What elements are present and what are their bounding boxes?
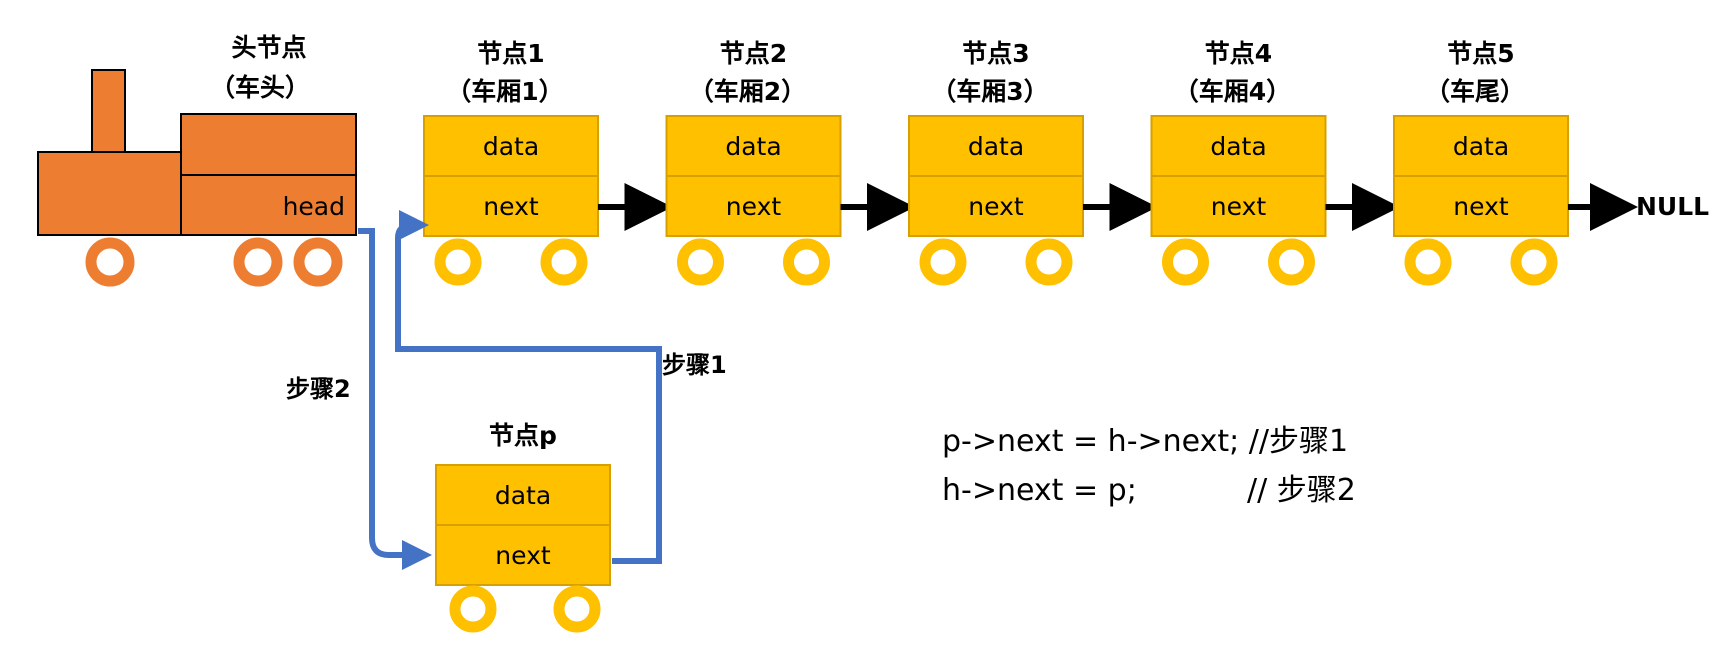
- node-title: 节点3: [962, 39, 1029, 68]
- wheel: [293, 237, 343, 287]
- node-data-label: data: [483, 132, 539, 161]
- step2-arrow: [358, 228, 432, 570]
- wheel: [233, 237, 283, 287]
- wheel: [1510, 238, 1558, 286]
- node-title: 节点1: [477, 39, 544, 68]
- node-subtitle: （车厢4）: [1174, 77, 1291, 106]
- step1-label: 步骤1: [662, 351, 727, 379]
- node-data-label: data: [1210, 132, 1266, 161]
- node-subtitle: （车厢3）: [931, 77, 1048, 106]
- step2-label: 步骤2: [286, 375, 351, 403]
- node-title: 节点4: [1205, 39, 1272, 68]
- node-subtitle: （车厢2）: [689, 77, 806, 106]
- node-next-label: next: [483, 192, 539, 221]
- new-node-data-label: data: [495, 481, 551, 510]
- new-node-title: 节点p: [489, 421, 557, 450]
- new-node-p: 节点p data next: [435, 421, 611, 633]
- node-title: 节点5: [1447, 39, 1514, 68]
- head-wheels: [85, 237, 343, 287]
- code-block: p->next = h->next; //步骤1 h->next = p; //…: [942, 424, 1356, 508]
- wheel: [677, 238, 724, 286]
- locomotive-cab-top: [180, 113, 357, 176]
- wheel: [1025, 238, 1073, 286]
- wheel: [1404, 238, 1452, 286]
- new-node-next-label: next: [495, 541, 551, 570]
- node-data-label: data: [1453, 132, 1509, 161]
- list-node-3: 节点3 （车厢3） data next: [908, 39, 1158, 286]
- node-subtitle: （车尾）: [1425, 77, 1525, 106]
- list-node-5: 节点5 （车尾） data next: [1393, 39, 1638, 286]
- head-field-label: head: [283, 192, 345, 221]
- list-node-1: 节点1 （车厢1） data next: [423, 39, 673, 286]
- list-node-2: 节点2 （车厢2） data next: [665, 39, 915, 286]
- code-line-2-comment: // 步骤2: [1247, 473, 1356, 508]
- code-line-1: p->next = h->next; //步骤1: [942, 424, 1348, 459]
- wheel: [919, 238, 967, 286]
- node-data-label: data: [968, 132, 1024, 161]
- wheel: [1268, 238, 1315, 286]
- node-next-label: next: [1211, 192, 1267, 221]
- list-node-4: 节点4 （车厢4） data next: [1150, 39, 1400, 286]
- node-subtitle: （车厢1）: [446, 77, 563, 106]
- node-next-label: next: [968, 192, 1024, 221]
- wheel: [434, 238, 482, 286]
- head-node-subtitle: （车头）: [210, 73, 310, 102]
- wheel: [553, 585, 601, 633]
- wheel: [449, 585, 497, 633]
- wheel: [540, 238, 588, 286]
- node-next-label: next: [1453, 192, 1509, 221]
- wheel: [783, 238, 830, 286]
- node-next-label: next: [726, 192, 782, 221]
- head-node-title: 头节点: [231, 33, 306, 62]
- linked-list-diagram: head 头节点 （车头） 节点1 （车厢1） data next 节点2 （车厢2） da…: [37, 33, 1709, 633]
- node-data-label: data: [725, 132, 781, 161]
- head-node: head 头节点 （车头）: [37, 33, 357, 287]
- code-line-2-statement: h->next = p;: [942, 473, 1137, 508]
- locomotive-body: [37, 151, 185, 236]
- node-title: 节点2: [720, 39, 787, 68]
- chimney: [91, 69, 126, 154]
- nodes-layer: 节点1 （车厢1） data next 节点2 （车厢2） data next 节点3 （车厢3）…: [423, 39, 1638, 286]
- wheel: [85, 237, 135, 287]
- wheel: [1162, 238, 1209, 286]
- null-label: NULL: [1636, 192, 1709, 221]
